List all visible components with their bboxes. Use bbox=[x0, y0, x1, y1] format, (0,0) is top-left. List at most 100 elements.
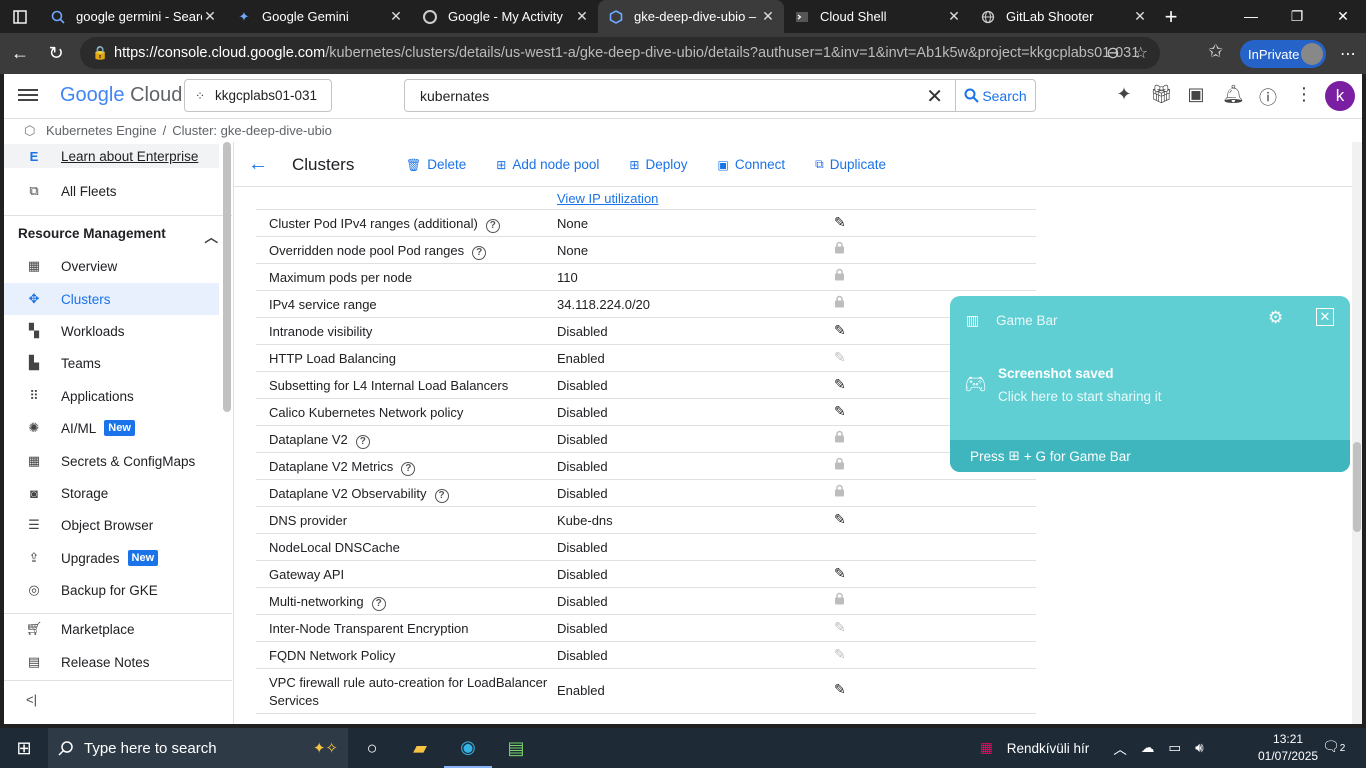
project-picker[interactable]: ⁘ kkgcplabs01-031 bbox=[184, 79, 332, 112]
favorites-icon[interactable]: ✩ bbox=[1208, 41, 1223, 62]
sidebar-item-label: Backup for GKE bbox=[61, 582, 158, 598]
network-icon[interactable]: ▭ bbox=[1168, 740, 1181, 756]
tab-cloud-shell[interactable]: Cloud Shell ✕ bbox=[784, 0, 970, 33]
close-icon[interactable]: ✕ bbox=[946, 8, 962, 25]
close-icon[interactable]: ✕ bbox=[388, 8, 404, 25]
back-arrow-icon[interactable]: ← bbox=[248, 153, 268, 176]
deploy-button[interactable]: ⊞ Deploy bbox=[629, 157, 687, 172]
taskbar-search[interactable]: Type here to search ✦✧ bbox=[48, 728, 348, 768]
edit-pencil-disabled-icon: ✎ bbox=[834, 646, 846, 662]
notes-app-icon[interactable]: ▤ bbox=[492, 728, 540, 768]
scrollbar-thumb[interactable] bbox=[1353, 442, 1361, 532]
sidebar-item-release-notes[interactable]: ▤ Release Notes bbox=[4, 646, 219, 678]
cloud-shell-icon[interactable]: ▣ bbox=[1186, 84, 1206, 110]
sidebar-item-marketplace[interactable]: 🛒︎ Marketplace bbox=[4, 613, 219, 645]
row-key-text: Gateway API bbox=[269, 567, 345, 582]
close-icon[interactable]: ✕ bbox=[1132, 8, 1148, 25]
tab-gitlab[interactable]: GitLab Shooter ✕ bbox=[970, 0, 1156, 33]
zoom-out-icon[interactable]: ⊖ bbox=[1106, 43, 1119, 63]
row-key-text: Multi-networking bbox=[269, 594, 364, 609]
help-icon[interactable]: ? bbox=[371, 597, 386, 611]
favorite-star-icon[interactable]: ☆ bbox=[1134, 43, 1148, 63]
sidebar-item-storage[interactable]: ◙ Storage bbox=[4, 477, 219, 509]
tab-search[interactable]: google germini - Search ✕ bbox=[40, 0, 226, 33]
add-node-pool-button[interactable]: ⊞ Add node pool bbox=[496, 157, 599, 172]
sidebar-item-teams[interactable]: ▙ Teams bbox=[4, 347, 219, 379]
delete-button[interactable]: 🗑︎ Delete bbox=[406, 157, 466, 172]
restore-icon[interactable]: ❐ bbox=[1274, 8, 1320, 25]
windows-start-icon[interactable]: ⊞ bbox=[0, 738, 48, 759]
help-icon[interactable]: ? bbox=[472, 246, 487, 260]
breadcrumb-cluster[interactable]: Cluster: gke-deep-dive-ubio bbox=[172, 123, 332, 138]
close-icon[interactable]: ✕ bbox=[202, 8, 218, 25]
browser-menu-icon[interactable]: ⋯ bbox=[1340, 44, 1356, 64]
hamburger-menu-icon[interactable] bbox=[18, 86, 38, 104]
weather-text[interactable]: Rendkívüli hír bbox=[1007, 741, 1090, 756]
section-resource-management[interactable]: Resource Management ︿ bbox=[18, 226, 218, 245]
search-button[interactable]: Search bbox=[955, 79, 1036, 112]
sidebar-item-backup[interactable]: ◎ Backup for GKE bbox=[4, 574, 219, 606]
sidebar-item-clusters[interactable]: ✥ Clusters bbox=[4, 283, 219, 315]
close-icon[interactable]: ✕ bbox=[574, 8, 590, 25]
gift-icon[interactable]: 🎁︎ bbox=[1150, 84, 1173, 110]
connect-button[interactable]: ▣ Connect bbox=[718, 157, 786, 172]
edit-pencil-icon[interactable]: ✎ bbox=[834, 214, 846, 231]
close-icon[interactable]: ✕ bbox=[760, 8, 776, 25]
help-icon[interactable]: ⓘ bbox=[1258, 84, 1278, 110]
breadcrumb-product[interactable]: Kubernetes Engine bbox=[46, 123, 157, 138]
gemini-sparkle-icon[interactable]: ✦ bbox=[1114, 84, 1134, 110]
help-icon[interactable]: ? bbox=[434, 489, 449, 503]
back-arrow-icon[interactable]: ← bbox=[2, 43, 38, 64]
search-input[interactable]: kubernates ✕ bbox=[404, 79, 956, 112]
gear-icon[interactable]: ⚙ bbox=[1268, 308, 1283, 328]
help-icon[interactable]: ? bbox=[355, 435, 370, 449]
sidebar-scrollbar[interactable] bbox=[223, 142, 231, 412]
sidebar-item-all-fleets[interactable]: ⧉ All Fleets bbox=[4, 175, 219, 207]
duplicate-button[interactable]: ⧉ Duplicate bbox=[815, 157, 886, 172]
new-tab-button[interactable]: + bbox=[1156, 4, 1186, 30]
edit-pencil-icon[interactable]: ✎ bbox=[834, 511, 846, 528]
tab-actions-button[interactable] bbox=[0, 0, 40, 33]
close-icon[interactable]: ✕ bbox=[1316, 308, 1334, 326]
task-view-icon[interactable]: ○ bbox=[348, 728, 396, 768]
chevron-up-icon[interactable]: ︿ bbox=[1113, 738, 1127, 758]
page-scrollbar[interactable] bbox=[1352, 142, 1362, 724]
edit-pencil-icon[interactable]: ✎ bbox=[834, 322, 846, 339]
edit-pencil-icon[interactable]: ✎ bbox=[834, 565, 846, 582]
clock[interactable]: 13:21 01/07/2025 bbox=[1258, 731, 1318, 765]
sidebar-item-workloads[interactable]: ▚ Workloads bbox=[4, 315, 219, 347]
edit-pencil-icon[interactable]: ✎ bbox=[834, 376, 846, 393]
file-explorer-icon[interactable]: ▰ bbox=[396, 728, 444, 768]
tab-my-activity[interactable]: Google - My Activity ✕ bbox=[412, 0, 598, 33]
inprivate-badge[interactable]: InPrivate bbox=[1240, 40, 1326, 68]
sidebar-item-applications[interactable]: ⠿ Applications bbox=[4, 380, 219, 412]
url-field[interactable]: 🔒 https://console.cloud.google.com/kuber… bbox=[80, 37, 1160, 69]
volume-icon[interactable]: 🔊︎ bbox=[1195, 740, 1204, 756]
collapse-sidebar-icon[interactable]: <| bbox=[26, 692, 37, 707]
edge-icon[interactable]: ◉ bbox=[444, 728, 492, 768]
close-window-icon[interactable]: ✕ bbox=[1320, 8, 1366, 25]
tab-gemini[interactable]: ✦ Google Gemini ✕ bbox=[226, 0, 412, 33]
edit-pencil-icon[interactable]: ✎ bbox=[834, 681, 846, 698]
more-vert-icon[interactable]: ⋮ bbox=[1294, 84, 1314, 110]
clear-search-icon[interactable]: ✕ bbox=[926, 84, 943, 109]
sidebar-item-ai-ml[interactable]: ✺ AI/ML New bbox=[4, 412, 219, 444]
sidebar-item-overview[interactable]: ▦ Overview bbox=[4, 250, 219, 282]
game-bar-toast[interactable]: ▥ Game Bar ⚙ ✕ 🎮︎ Screenshot saved Click… bbox=[950, 296, 1350, 472]
tab-gke-cluster[interactable]: gke-deep-dive-ubio – I ✕ bbox=[598, 0, 784, 33]
sidebar-item-secrets[interactable]: ▦ Secrets & ConfigMaps bbox=[4, 445, 219, 477]
view-ip-utilization-link[interactable]: View IP utilization bbox=[557, 191, 658, 206]
google-cloud-logo[interactable]: Google Cloud bbox=[60, 84, 182, 107]
sidebar-item-enterprise[interactable]: E Learn about Enterprise bbox=[4, 144, 219, 168]
help-icon[interactable]: ? bbox=[401, 462, 416, 476]
account-avatar[interactable]: k bbox=[1325, 81, 1355, 111]
onedrive-icon[interactable]: ☁ bbox=[1141, 740, 1155, 756]
help-icon[interactable]: ? bbox=[485, 219, 500, 233]
refresh-icon[interactable]: ↻ bbox=[38, 43, 74, 64]
minimize-icon[interactable]: — bbox=[1228, 8, 1274, 25]
edit-pencil-icon[interactable]: ✎ bbox=[834, 403, 846, 420]
notifications-bell-icon[interactable]: 🔔︎ bbox=[1222, 84, 1245, 110]
sidebar-item-object-browser[interactable]: ☰ Object Browser bbox=[4, 509, 219, 541]
notification-center-icon[interactable]: 🗨︎2 bbox=[1322, 738, 1345, 755]
sidebar-item-upgrades[interactable]: ⇪ Upgrades New bbox=[4, 542, 219, 574]
